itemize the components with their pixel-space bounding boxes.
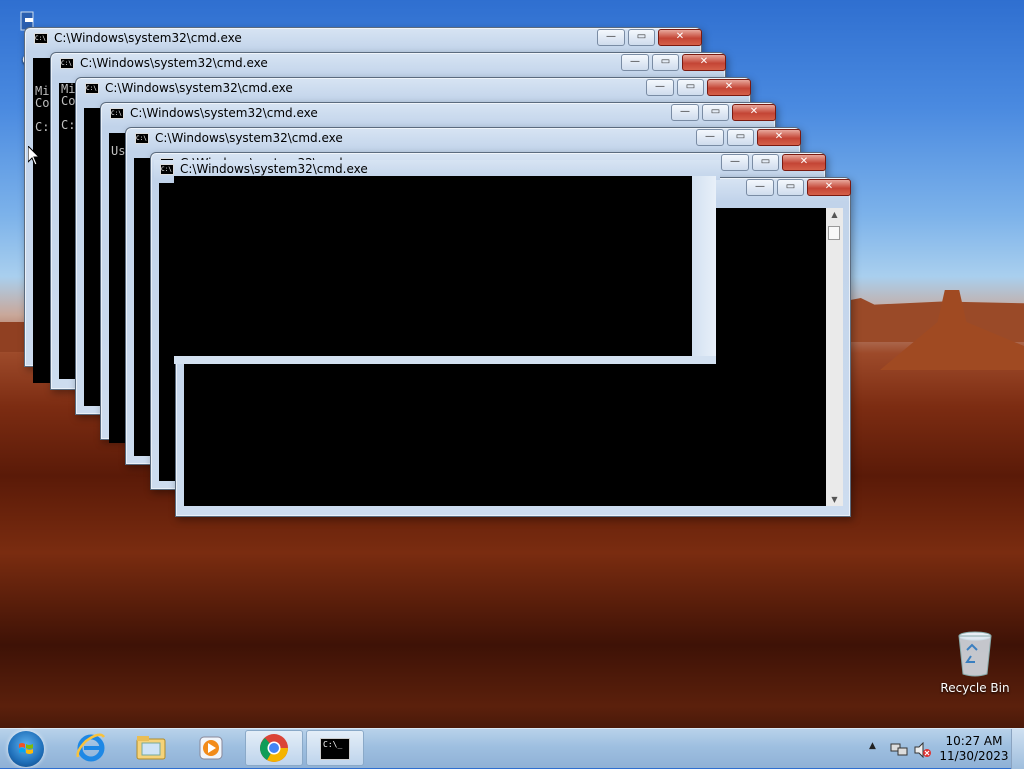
title-bar[interactable]: C:\ C:\Windows\system32\cmd.exe — ▭ ✕ <box>126 128 801 150</box>
minimize-button[interactable]: — <box>721 154 749 171</box>
console-area[interactable] <box>174 176 692 356</box>
close-button[interactable]: ✕ <box>682 54 726 71</box>
window-title: C:\Windows\system32\cmd.exe <box>80 56 268 70</box>
close-button[interactable]: ✕ <box>658 29 702 46</box>
taskbar: C:\_ ▲ 10:27 AM 11/30/2023 <box>0 728 1024 769</box>
close-button[interactable]: ✕ <box>732 104 776 121</box>
minimize-button[interactable]: — <box>671 104 699 121</box>
clock-date: 11/30/2023 <box>939 749 1009 763</box>
title-bar[interactable]: C:\ C:\Windows\system32\cmd.exe — ▭ ✕ <box>51 53 726 75</box>
start-button[interactable] <box>8 731 44 767</box>
window-title: C:\Windows\system32\cmd.exe <box>54 31 242 45</box>
minimize-button[interactable]: — <box>746 179 774 196</box>
tray-chevron-icon[interactable]: ▲ <box>869 741 876 751</box>
title-bar[interactable]: C:\ C:\Windows\system32\cmd.exe — ▭ ✕ <box>101 103 776 125</box>
window-title: C:\Windows\system32\cmd.exe <box>180 162 368 176</box>
taskbar-chrome[interactable] <box>245 730 303 766</box>
cmd-icon: C:\ <box>60 58 74 69</box>
close-button[interactable]: ✕ <box>707 79 751 96</box>
volume-muted-icon[interactable] <box>914 742 932 758</box>
start-orb-icon <box>19 743 33 754</box>
mouse-cursor-icon <box>28 146 40 166</box>
taskbar-file-explorer[interactable] <box>122 730 180 766</box>
window-title: C:\Windows\system32\cmd.exe <box>105 81 293 95</box>
taskbar-media-player[interactable] <box>182 730 240 766</box>
minimize-button[interactable]: — <box>696 129 724 146</box>
file-explorer-icon <box>136 736 166 760</box>
window-frame <box>174 356 716 364</box>
cmd-icon: C:\ <box>160 164 174 175</box>
cmd-icon: C:\ <box>85 83 99 94</box>
scroll-up-icon[interactable]: ▲ <box>826 210 843 219</box>
scroll-down-icon[interactable]: ▼ <box>826 495 843 504</box>
maximize-button[interactable]: ▭ <box>628 29 655 46</box>
maximize-button[interactable]: ▭ <box>652 54 679 71</box>
maximize-button[interactable]: ▭ <box>677 79 704 96</box>
cmd-icon: C:\ <box>34 33 48 44</box>
cmd-icon: C:\ <box>110 108 124 119</box>
window-title: C:\Windows\system32\cmd.exe <box>155 131 343 145</box>
close-button[interactable]: ✕ <box>782 154 826 171</box>
window-title: C:\Windows\system32\cmd.exe <box>130 106 318 120</box>
vertical-scrollbar[interactable]: ▲ ▼ <box>826 208 843 506</box>
window-frame <box>692 176 716 362</box>
recycle-bin-desktop-icon[interactable]: Recycle Bin <box>940 630 1010 695</box>
show-desktop-button[interactable] <box>1011 729 1024 769</box>
minimize-button[interactable]: — <box>646 79 674 96</box>
maximize-button[interactable]: ▭ <box>777 179 804 196</box>
internet-explorer-icon <box>76 733 106 762</box>
network-icon[interactable] <box>890 742 908 758</box>
cmd-window-top[interactable]: C:\ C:\Windows\system32\cmd.exe <box>150 152 720 364</box>
minimize-button[interactable]: — <box>597 29 625 46</box>
chrome-icon <box>260 734 288 762</box>
close-button[interactable]: ✕ <box>807 179 851 196</box>
cmd-icon: C:\_ <box>320 738 350 760</box>
taskbar-cmd[interactable]: C:\_ <box>306 730 364 766</box>
maximize-button[interactable]: ▭ <box>752 154 779 171</box>
title-bar[interactable]: C:\ C:\Windows\system32\cmd.exe — ▭ ✕ <box>76 78 751 100</box>
close-button[interactable]: ✕ <box>757 129 801 146</box>
clock-time: 10:27 AM <box>945 734 1003 748</box>
cmd-icon: C:\ <box>135 133 149 144</box>
maximize-button[interactable]: ▭ <box>702 104 729 121</box>
minimize-button[interactable]: — <box>621 54 649 71</box>
recycle-bin-label: Recycle Bin <box>940 681 1010 695</box>
taskbar-internet-explorer[interactable] <box>62 730 120 766</box>
recycle-bin-icon <box>958 631 992 677</box>
clock[interactable]: 10:27 AM 11/30/2023 <box>938 734 1010 764</box>
scroll-thumb[interactable] <box>828 226 840 240</box>
media-player-icon <box>199 736 223 760</box>
title-bar[interactable]: C:\ C:\Windows\system32\cmd.exe — ▭ ✕ <box>25 28 702 50</box>
maximize-button[interactable]: ▭ <box>727 129 754 146</box>
